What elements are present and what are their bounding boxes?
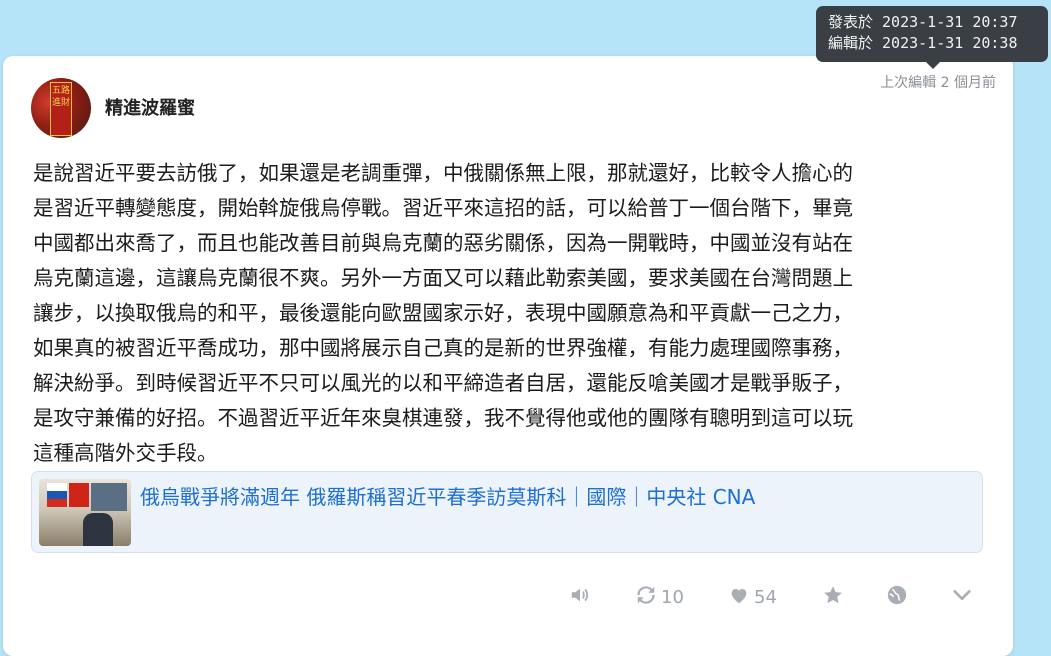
content-line: 中國都出來喬了，而且也能改善目前與烏克蘭的惡劣關係，因為一開戰時，中國並沒有站在 xyxy=(33,231,853,255)
post-card: 五路進財 精進波羅蜜 上次編輯 2 個月前 是說習近平要去訪俄了，如果還是老調重… xyxy=(3,56,1013,656)
avatar[interactable]: 五路進財 xyxy=(31,78,91,138)
timestamp-tooltip: 發表於 2023-1-31 20:37 編輯於 2023-1-31 20:38 xyxy=(816,6,1048,69)
boost-button[interactable]: 10 xyxy=(635,580,684,614)
repost-icon xyxy=(635,584,657,611)
content-line: 解決紛爭。到時候習近平不只可以風光的以和平締造者自居，還能反嗆美國才是戰爭販子， xyxy=(33,371,853,395)
edited-time: 編輯於 2023-1-31 20:38 xyxy=(828,34,1018,52)
content-line: 如果真的被習近平喬成功，那中國將展示自己真的是新的世界強權，有能力處理國際事務， xyxy=(33,336,853,360)
chevron-down-icon xyxy=(951,584,973,611)
more-options-button[interactable] xyxy=(951,580,973,614)
speaker-icon xyxy=(569,584,591,611)
boost-count: 10 xyxy=(661,586,684,608)
content-line: 讓步，以換取俄烏的和平，最後還能向歐盟國家示好，表現中國願意為和平貢獻一己之力， xyxy=(33,301,853,325)
action-bar: 10 54 xyxy=(563,580,983,614)
content-line: 這種高階外交手段。 xyxy=(33,441,218,465)
username[interactable]: 精進波羅蜜 xyxy=(105,94,195,120)
like-count: 54 xyxy=(754,586,777,608)
published-time: 發表於 2023-1-31 20:37 xyxy=(828,13,1018,31)
content-line: 是說習近平要去訪俄了，如果還是老調重彈，中俄關係無上限，那就還好，比較令人擔心的 xyxy=(33,161,853,185)
avatar-sign: 五路進財 xyxy=(50,82,72,136)
edited-label[interactable]: 上次編輯 2 個月前 xyxy=(880,72,996,92)
link-thumbnail xyxy=(39,479,131,546)
heart-icon xyxy=(728,584,750,611)
favourite-button[interactable] xyxy=(822,580,844,614)
like-button[interactable]: 54 xyxy=(728,580,777,614)
globe-icon xyxy=(886,584,908,611)
content-line: 烏克蘭這邊，這讓烏克蘭很不爽。另外一方面又可以藉此勒索美國，要求美國在台灣問題上 xyxy=(33,266,853,290)
content-line: 是習近平轉變態度，開始斡旋俄烏停戰。習近平來這招的話，可以給普丁一個台階下，畢竟 xyxy=(33,196,853,220)
read-aloud-button[interactable] xyxy=(569,580,591,614)
post-content: 是說習近平要去訪俄了，如果還是老調重彈，中俄關係無上限，那就還好，比較令人擔心的… xyxy=(33,156,983,471)
visibility-button[interactable] xyxy=(886,580,908,614)
link-preview-card[interactable]: 俄烏戰爭將滿週年 俄羅斯稱習近平春季訪莫斯科｜國際｜中央社 CNA xyxy=(31,471,983,553)
star-icon xyxy=(822,584,844,611)
link-title[interactable]: 俄烏戰爭將滿週年 俄羅斯稱習近平春季訪莫斯科｜國際｜中央社 CNA xyxy=(140,481,755,510)
content-line: 是攻守兼備的好招。不過習近平近年來臭棋連發，我不覺得他或他的團隊有聰明到這可以玩 xyxy=(33,406,853,430)
